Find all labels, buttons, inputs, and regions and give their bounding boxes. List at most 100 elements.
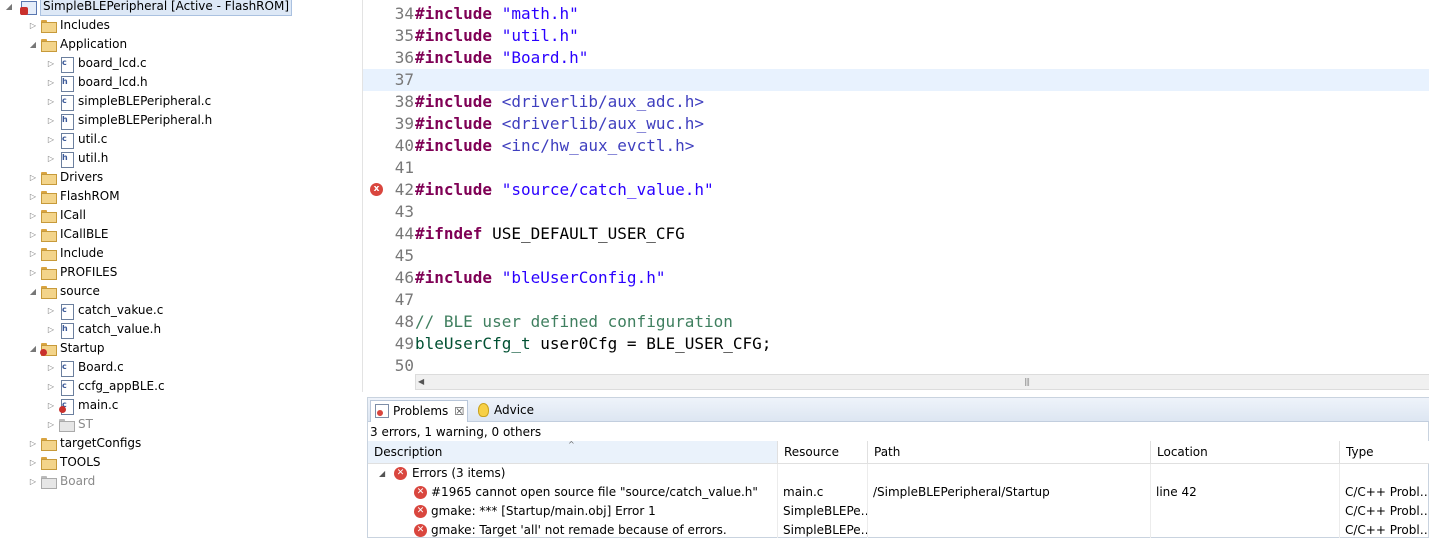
code-token: "Board.h" — [501, 48, 589, 67]
sort-ascending-icon: ^ — [568, 440, 575, 449]
code-token: #include — [415, 4, 493, 23]
code-line[interactable]: 44 #ifndef USE_DEFAULT_USER_CFG — [363, 223, 1429, 245]
expand-arrow-icon[interactable]: ▷ — [28, 225, 38, 244]
code-line[interactable]: 48// BLE user defined configuration — [363, 311, 1429, 333]
tree-item-label: source — [60, 284, 100, 298]
expand-arrow-icon[interactable]: ▷ — [46, 111, 56, 130]
expand-arrow-icon[interactable]: ▷ — [28, 206, 38, 225]
tab-problems[interactable]: Problems ☒ — [370, 400, 468, 422]
expand-arrow-icon[interactable]: ▷ — [46, 358, 56, 377]
collapse-arrow-icon[interactable]: ◢ — [28, 339, 38, 358]
problem-description-cell: ✕ gmake: *** [Startup/main.obj] Error 1 — [368, 502, 778, 521]
tree-root-label: SimpleBLEPeripheral [Active - FlashROM] — [40, 0, 292, 16]
expand-arrow-icon[interactable]: ▷ — [46, 92, 56, 111]
problem-type: C/C++ Probl… — [1345, 504, 1429, 518]
column-header-resource[interactable]: Resource — [778, 441, 868, 464]
tree-item-label: Board.c — [78, 360, 124, 374]
code-line[interactable]: 39 #include <driverlib/aux_wuc.h> — [363, 113, 1429, 135]
close-tab-icon[interactable]: ☒ — [454, 405, 464, 418]
code-text: #ifndef USE_DEFAULT_USER_CFG — [415, 223, 685, 245]
problems-group-errors[interactable]: ◢ ✕ Errors (3 items) — [368, 464, 1429, 483]
code-line[interactable]: 36 #include "Board.h" — [363, 47, 1429, 69]
line-number: 41 — [394, 158, 414, 177]
problem-row[interactable]: ✕ gmake: *** [Startup/main.obj] Error 1 Si… — [368, 502, 1429, 521]
problem-resource-cell: SimpleBLEPe… — [778, 521, 868, 538]
code-text: #include "bleUserConfig.h" — [415, 267, 665, 289]
collapse-arrow-icon[interactable]: ◢ — [379, 464, 385, 483]
column-header-type[interactable]: Type — [1340, 441, 1429, 464]
problem-description-cell: ✕ gmake: Target 'all' not remade because … — [368, 521, 778, 538]
error-icon: ✕ — [414, 486, 427, 499]
code-line[interactable]: 37 — [363, 69, 1429, 91]
collapse-arrow-icon[interactable]: ◢ — [28, 35, 38, 54]
expand-arrow-icon[interactable]: ▷ — [28, 434, 38, 453]
collapse-arrow-icon[interactable]: ◢ — [28, 282, 38, 301]
expand-arrow-icon[interactable]: ▷ — [46, 320, 56, 339]
code-line[interactable]: 49 bleUserCfg_t user0Cfg = BLE_USER_CFG; — [363, 333, 1429, 355]
expand-arrow-icon[interactable]: ▷ — [46, 149, 56, 168]
problem-resource-cell: main.c — [778, 483, 868, 502]
expand-arrow-icon[interactable]: ▷ — [46, 130, 56, 149]
problem-row[interactable]: ✕ #1965 cannot open source file "source/c… — [368, 483, 1429, 502]
code-line[interactable]: 46 #include "bleUserConfig.h" — [363, 267, 1429, 289]
code-text: #include "source/catch_value.h" — [415, 179, 714, 201]
problem-path-cell: /SimpleBLEPeripheral/Startup — [868, 483, 1151, 502]
column-header-description[interactable]: ^ Description — [368, 440, 778, 464]
expand-arrow-icon[interactable]: ▷ — [28, 263, 38, 282]
expand-arrow-icon[interactable]: ▷ — [46, 73, 56, 92]
code-text: #include "Board.h" — [415, 47, 588, 69]
code-token: #include — [415, 180, 493, 199]
problem-location-cell — [1151, 502, 1340, 521]
expand-arrow-icon[interactable]: ▷ — [28, 187, 38, 206]
code-token: #include — [415, 92, 493, 111]
code-line[interactable]: 40 #include <inc/hw_aux_evctl.h> — [363, 135, 1429, 157]
code-line[interactable]: 35 #include "util.h" — [363, 25, 1429, 47]
expand-arrow-icon[interactable]: ▷ — [46, 377, 56, 396]
expand-arrow-icon[interactable]: ▷ — [46, 301, 56, 320]
expand-arrow-icon[interactable]: ▷ — [46, 54, 56, 73]
problem-location-cell: line 42 — [1151, 483, 1340, 502]
collapse-arrow-icon[interactable]: ◢ — [4, 0, 14, 16]
horizontal-scrollbar[interactable]: ◀ ||| — [415, 374, 1429, 390]
problem-path-cell — [868, 502, 1151, 521]
code-line[interactable]: 43 — [363, 201, 1429, 223]
expand-arrow-icon[interactable]: ▷ — [28, 168, 38, 187]
code-editor[interactable]: 34 #include "math.h" 35 #include "util.h" 36… — [362, 0, 1429, 392]
code-line[interactable]: 45 — [363, 245, 1429, 267]
column-header-location[interactable]: Location — [1151, 441, 1340, 464]
expand-arrow-icon[interactable]: ▷ — [28, 453, 38, 472]
code-line[interactable]: 47 — [363, 289, 1429, 311]
problems-view: Problems ☒ Advice 3 errors, 1 warning, 0 … — [367, 397, 1429, 538]
problem-row[interactable]: ✕ gmake: Target 'all' not remade because … — [368, 521, 1429, 538]
scrollbar-grip-icon[interactable]: ||| — [1024, 377, 1030, 387]
code-token: bleUserCfg_t — [415, 334, 531, 353]
code-token: #include — [415, 48, 493, 67]
line-number: 37 — [394, 70, 414, 89]
expand-arrow-icon[interactable]: ▷ — [28, 16, 38, 35]
code-line[interactable]: 38 #include <driverlib/aux_adc.h> — [363, 91, 1429, 113]
tree-item-label: PROFILES — [60, 265, 118, 279]
code-token: user0Cfg = BLE_USER_CFG; — [530, 334, 772, 353]
expand-arrow-icon[interactable]: ▷ — [46, 415, 56, 434]
line-number: 36 — [394, 48, 414, 67]
code-line[interactable]: 34 #include "math.h" — [363, 3, 1429, 25]
code-line[interactable]: 41 — [363, 157, 1429, 179]
expand-arrow-icon[interactable]: ▷ — [46, 396, 56, 415]
error-marker-icon[interactable]: x — [370, 183, 383, 196]
problem-resource: main.c — [783, 485, 824, 499]
expand-arrow-icon[interactable]: ▷ — [28, 244, 38, 263]
tree-item-label: TOOLS — [60, 455, 101, 469]
scroll-left-arrow-icon[interactable]: ◀ — [418, 375, 424, 389]
tab-advice[interactable]: Advice — [472, 400, 544, 422]
tree-item-label: ICall — [60, 208, 86, 222]
code-token: <driverlib/aux_adc.h> — [501, 92, 704, 111]
line-number: 42 — [394, 180, 414, 199]
expand-arrow-icon[interactable]: ▷ — [28, 472, 38, 491]
tree-item-label: ST — [78, 417, 93, 431]
column-header-path[interactable]: Path — [868, 441, 1151, 464]
code-token: <driverlib/aux_wuc.h> — [501, 114, 704, 133]
code-line[interactable]: x 42 #include "source/catch_value.h" — [363, 179, 1429, 201]
